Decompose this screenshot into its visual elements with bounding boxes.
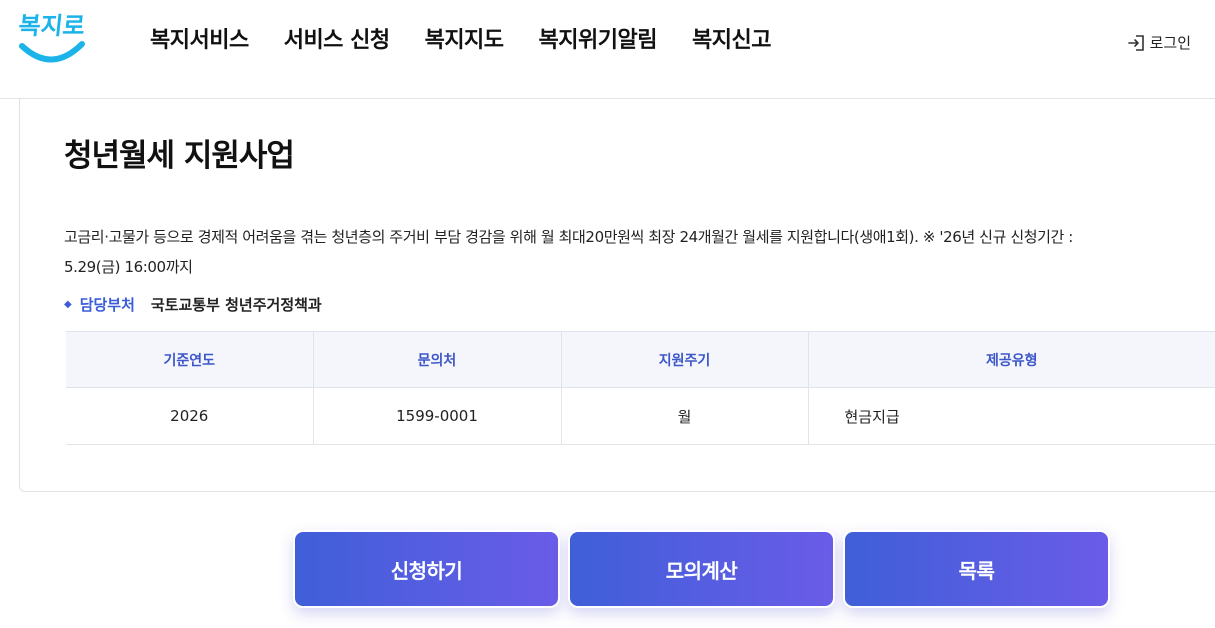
main-nav: 복지서비스 서비스 신청 복지지도 복지위기알림 복지신고 [150,22,806,54]
apply-button[interactable]: 신청하기 [293,530,560,608]
nav-welfare-map[interactable]: 복지지도 [425,22,504,54]
service-info-table: 기준연도 문의처 지원주기 제공유형 2026 1599-0001 월 현금지급 [66,331,1215,445]
department-info: ◆ 담당부처 국토교통부 청년주거정책과 [64,294,322,315]
column-header-support-cycle: 지원주기 [561,331,809,388]
table-header-row: 기준연도 문의처 지원주기 제공유형 [66,331,1215,388]
nav-welfare-report[interactable]: 복지신고 [692,22,771,54]
logo-smile-icon [19,41,85,63]
simulate-button[interactable]: 모의계산 [568,530,835,608]
department-value: 국토교통부 청년주거정책과 [150,296,322,314]
table-row: 2026 1599-0001 월 현금지급 [66,387,1215,445]
service-description: 고금리·고물가 등으로 경제적 어려움을 겪는 청년층의 주거비 부담 경감을 … [64,222,1215,282]
cell-base-year: 2026 [66,387,314,445]
column-header-contact: 문의처 [313,331,562,388]
nav-welfare-crisis-alert[interactable]: 복지위기알림 [539,22,658,54]
login-button[interactable]: 로그인 [1127,32,1191,53]
column-header-provision-type: 제공유형 [808,331,1215,388]
column-header-base-year: 기준연도 [66,331,314,388]
service-description-line-1: 고금리·고물가 등으로 경제적 어려움을 겪는 청년층의 주거비 부담 경감을 … [64,228,1073,246]
department-label: 담당부처 [79,296,135,314]
cell-contact: 1599-0001 [313,387,562,445]
site-header: 복지로 복지서비스 서비스 신청 복지지도 복지위기알림 복지신고 로그인 [0,0,1215,99]
list-button[interactable]: 목록 [843,530,1110,608]
diamond-bullet-icon: ◆ [64,299,72,310]
page-title: 청년월세 지원사업 [64,138,295,174]
bokjiro-logo[interactable]: 복지로 [16,6,88,68]
service-description-line-2: 5.29(금) 16:00까지 [64,258,193,276]
nav-service-apply[interactable]: 서비스 신청 [284,22,390,54]
login-label: 로그인 [1149,34,1191,52]
cell-support-cycle: 월 [561,387,809,445]
login-icon [1127,34,1144,51]
cell-provision-type: 현금지급 [808,387,1215,445]
logo-text: 복지로 [17,12,87,40]
action-buttons: 신청하기 모의계산 목록 [293,530,1118,608]
nav-welfare-services[interactable]: 복지서비스 [150,22,249,54]
